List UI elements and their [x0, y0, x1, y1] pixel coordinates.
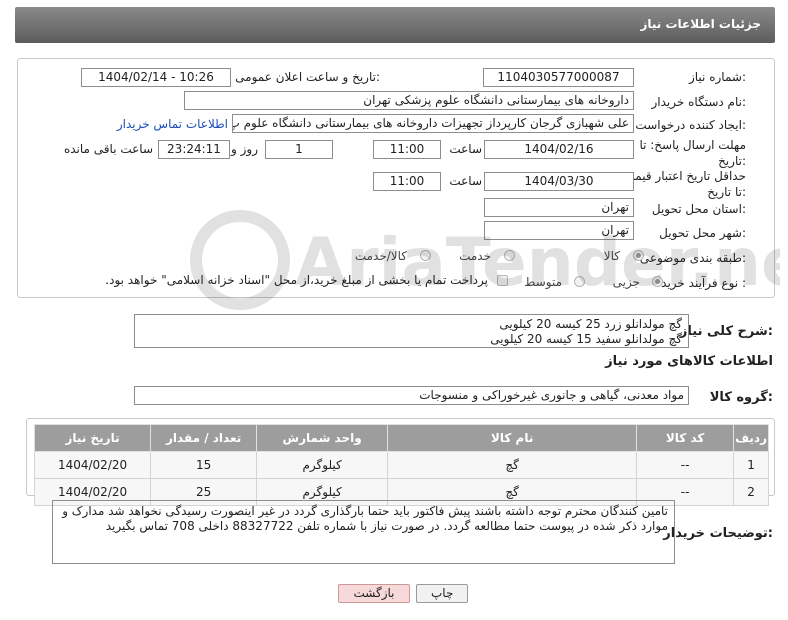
- min-validity-time-field: 11:00: [373, 172, 441, 191]
- process-minor-radio[interactable]: [652, 276, 663, 287]
- col-date-header: تاریخ نیاز: [33, 424, 152, 452]
- item-name-cell: گچ: [387, 451, 638, 479]
- goods-group-field: مواد معدنی، گیاهی و جانوری غیرخوراکی و م…: [134, 386, 689, 405]
- min-validity-date-field: 1404/03/30: [484, 172, 634, 191]
- deadline-date-field: 1404/02/16: [484, 140, 634, 159]
- remaining-time-field: 23:24:11: [158, 140, 230, 159]
- process-medium-label: متوسط: [524, 275, 562, 289]
- row-number-cell: 2: [733, 478, 769, 506]
- quantity-cell: 15: [150, 451, 258, 479]
- min-validity-label: حداقل تاریخ اعتبار قیمت: تا تاریخ:: [619, 169, 746, 199]
- unit-cell: کیلوگرم: [256, 451, 389, 479]
- buyer-contact-link[interactable]: اطلاعات تماس خریدار: [117, 117, 228, 131]
- goods-group-label: گروه کالا:: [709, 390, 773, 405]
- goods-section-title: اطلاعات کالاهای مورد نیاز: [605, 354, 773, 369]
- row-number-cell: 1: [733, 451, 769, 479]
- need-number-field: 1104030577000087: [483, 68, 634, 87]
- category-goods-service-radio[interactable]: [420, 250, 431, 261]
- requester-label: ایجاد کننده درخواست:: [635, 118, 746, 132]
- item-code-cell: --: [636, 451, 735, 479]
- description-field: گچ مولدانلو زرد 25 کیسه 20 کیلویی گچ مول…: [134, 314, 689, 348]
- col-unit-header: واحد شمارش: [256, 424, 389, 452]
- city-field: تهران: [484, 221, 634, 240]
- remaining-time-label: ساعت باقی مانده: [63, 142, 153, 156]
- category-goods-radio[interactable]: [633, 250, 644, 261]
- buyer-org-field: داروخانه های بیمارستانی دانشگاه علوم پزش…: [184, 91, 634, 110]
- description-label: شرح کلی نیاز:: [679, 324, 773, 339]
- category-label: طبقه بندی موضوعی:: [639, 251, 746, 265]
- buyer-notes-field: تامین کنندگان محترم توجه داشته باشند پیش…: [52, 500, 675, 564]
- need-number-label: شماره نیاز:: [688, 70, 746, 84]
- deadline-time-field: 11:00: [373, 140, 441, 159]
- deadline-label: مهلت ارسال پاسخ: تا تاریخ:: [639, 138, 746, 168]
- province-field: تهران: [484, 198, 634, 217]
- col-row-header: ردیف: [733, 424, 769, 452]
- page-title: جزئیات اطلاعات نیاز: [640, 17, 761, 31]
- process-label: نوع فرآیند خرید :: [661, 276, 746, 290]
- col-code-header: کد کالا: [636, 424, 735, 452]
- buyer-notes-label: توضیحات خریدار:: [663, 526, 773, 541]
- col-name-header: نام کالا: [387, 424, 638, 452]
- items-table: ردیف کد کالا نام کالا واحد شمارش تعداد /…: [33, 424, 769, 506]
- days-field: 1: [265, 140, 333, 159]
- process-medium-radio[interactable]: [574, 276, 585, 287]
- announce-label: تاریخ و ساعت اعلان عمومی:: [235, 70, 380, 84]
- category-goods-service-label: کالا/خدمت: [354, 249, 407, 263]
- category-goods-label: کالا: [603, 249, 620, 263]
- header-bar: جزئیات اطلاعات نیاز: [15, 7, 775, 43]
- process-minor-label: جزیی: [612, 275, 640, 289]
- category-service-label: خدمت: [459, 249, 491, 263]
- category-service-radio[interactable]: [504, 250, 515, 261]
- days-label: روز و: [231, 142, 258, 156]
- items-table-header-row: ردیف کد کالا نام کالا واحد شمارش تعداد /…: [33, 424, 769, 452]
- col-qty-header: تعداد / مقدار: [150, 424, 258, 452]
- back-button[interactable]: بازگشت: [338, 584, 410, 603]
- treasury-payment-note: پرداخت تمام یا بخشی از مبلغ خرید،از محل …: [105, 273, 488, 287]
- requester-field: علی شهبازی گرجان کارپرداز تجهیزات داروخا…: [232, 114, 634, 133]
- announce-field: 1404/02/14 - 10:26: [81, 68, 231, 87]
- description-line-2: گچ مولدانلو سفید 15 کیسه 20 کیلویی: [490, 332, 682, 346]
- need-date-cell: 1404/02/20: [33, 451, 152, 479]
- description-line-1: گچ مولدانلو زرد 25 کیسه 20 کیلویی: [499, 317, 682, 331]
- min-validity-time-label: ساعت: [449, 174, 482, 188]
- table-row: 1 -- گچ کیلوگرم 15 1404/02/20: [33, 451, 769, 479]
- treasury-payment-checkbox[interactable]: [497, 275, 508, 286]
- province-label: استان محل تحویل:: [651, 202, 746, 216]
- city-label: شهر محل تحویل:: [659, 226, 746, 240]
- deadline-time-label: ساعت: [449, 142, 482, 156]
- buyer-org-label: نام دستگاه خریدار:: [651, 95, 747, 109]
- print-button[interactable]: چاپ: [416, 584, 468, 603]
